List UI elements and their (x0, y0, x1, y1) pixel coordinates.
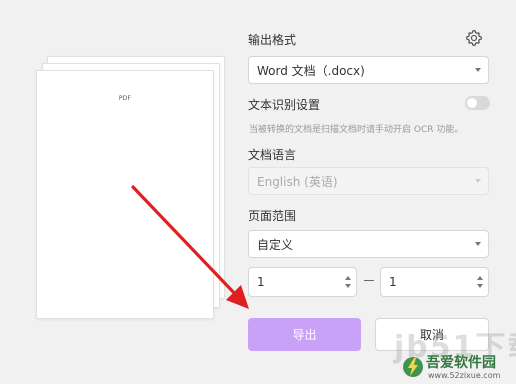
chevron-down-icon (475, 68, 481, 72)
convert-dialog: PDF 输出格式 Word 文档（.docx) 文本识别设置 当被转换的文档是扫… (0, 0, 516, 384)
output-format-select[interactable]: Word 文档（.docx) (248, 56, 489, 84)
toggle-knob (467, 98, 477, 108)
ocr-toggle[interactable] (465, 96, 490, 110)
ocr-settings-label: 文本识别设置 (248, 98, 321, 112)
watermark-url: www.52zixue.com (428, 371, 501, 380)
document-language-value: English (英语) (257, 174, 338, 189)
range-separator (364, 280, 374, 281)
ocr-hint: 当被转换的文档是扫描文档时请手动开启 OCR 功能。 (249, 125, 464, 135)
output-format-value: Word 文档（.docx) (257, 63, 365, 78)
page-range-select[interactable]: 自定义 (248, 230, 489, 258)
page-to-stepper[interactable]: 1 (380, 267, 489, 297)
output-format-label: 输出格式 (248, 33, 297, 47)
decrement-icon[interactable] (345, 284, 351, 288)
lightning-logo-icon (403, 357, 423, 377)
document-language-select: English (英语) (248, 167, 489, 195)
export-button[interactable]: 导出 (248, 318, 361, 351)
increment-icon[interactable] (477, 276, 483, 280)
page-from-stepper[interactable]: 1 (248, 267, 357, 297)
page-to-value: 1 (389, 275, 397, 289)
site-watermark: jb51下载 吾爱软件园 www.52zixue.com (384, 318, 516, 384)
preview-pdf-label: PDF (118, 95, 132, 102)
watermark-site-name: 吾爱软件园 (426, 355, 496, 371)
decrement-icon[interactable] (477, 284, 483, 288)
chevron-down-icon (475, 179, 481, 183)
document-language-label: 文档语言 (248, 148, 297, 162)
preview-page-front: PDF (36, 70, 214, 319)
gear-icon[interactable] (464, 28, 484, 48)
page-range-label: 页面范围 (248, 209, 297, 223)
page-from-value: 1 (257, 275, 265, 289)
page-range-value: 自定义 (257, 237, 294, 252)
chevron-down-icon (475, 242, 481, 246)
increment-icon[interactable] (345, 276, 351, 280)
